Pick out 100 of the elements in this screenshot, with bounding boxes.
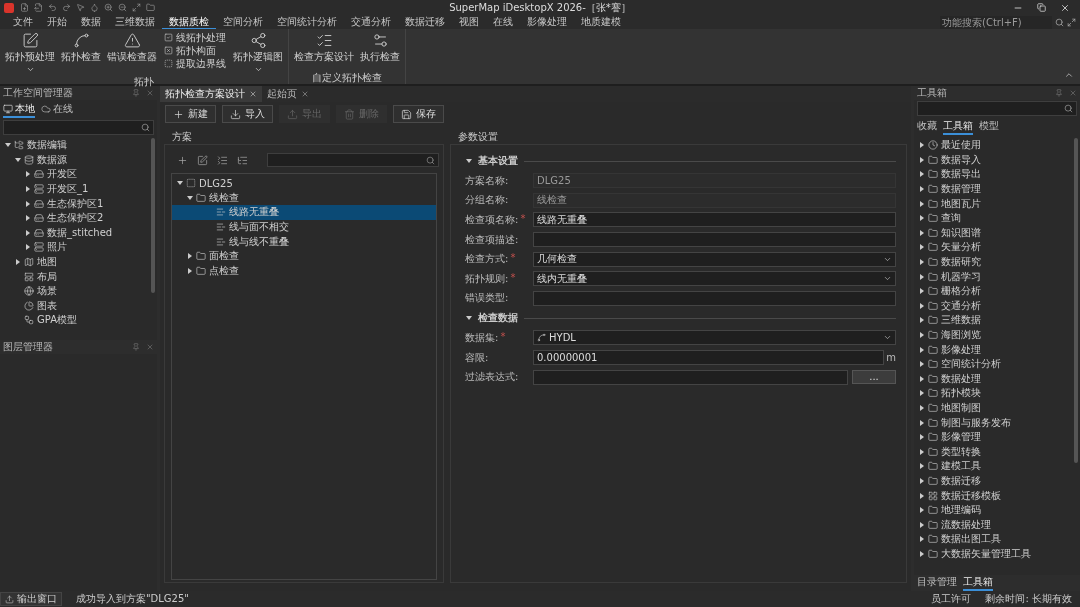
caret-icon[interactable]: [918, 215, 925, 222]
caret-icon[interactable]: [918, 507, 925, 514]
caret-icon[interactable]: [918, 419, 925, 426]
caret-icon[interactable]: [918, 142, 925, 149]
tree-item[interactable]: 数据迁移模板: [941, 488, 1001, 503]
tree-item[interactable]: GPA模型: [37, 313, 77, 328]
caret-icon[interactable]: [918, 361, 925, 368]
tree-item[interactable]: 栅格分析: [941, 284, 981, 299]
ribbon-button[interactable]: 拓扑预处理: [4, 30, 56, 76]
tree-item[interactable]: 数据迁移: [941, 473, 981, 488]
search-field[interactable]: 功能搜索(Ctrl+F): [940, 15, 1052, 29]
tree-item[interactable]: 场景: [37, 284, 57, 299]
caret-icon[interactable]: [918, 302, 925, 309]
output-tab[interactable]: 输出窗口: [0, 592, 62, 606]
ribbon-button[interactable]: 执行检查: [359, 30, 401, 72]
caret-icon[interactable]: [186, 253, 193, 260]
panel-tab[interactable]: 本地: [3, 101, 35, 118]
caret-icon[interactable]: [24, 171, 31, 178]
tree-item[interactable]: 数据_stitched: [47, 225, 113, 240]
tree-item[interactable]: 机器学习: [941, 269, 981, 284]
panel-tab[interactable]: 在线: [41, 101, 73, 118]
menu-item[interactable]: 文件: [6, 15, 40, 29]
caret-icon[interactable]: [918, 375, 925, 382]
caret-icon[interactable]: [4, 142, 11, 149]
search-field[interactable]: [917, 101, 1077, 116]
tree-item[interactable]: 数据研究: [941, 255, 981, 270]
tree-item[interactable]: 制图与服务发布: [941, 415, 1011, 430]
ribbon-button[interactable]: 提取边界线: [162, 57, 228, 70]
document-tab[interactable]: 起始页: [262, 86, 314, 102]
caret-icon[interactable]: [465, 315, 472, 322]
tree-item[interactable]: 地图制图: [941, 401, 981, 415]
caret-icon[interactable]: [918, 550, 925, 557]
caret-icon[interactable]: [24, 186, 31, 193]
tree-item[interactable]: 开发区: [47, 167, 77, 182]
ribbon-button[interactable]: 拓扑逻辑图: [232, 30, 284, 76]
toolbar-button[interactable]: 保存: [393, 105, 444, 123]
menu-item[interactable]: 开始: [40, 15, 74, 29]
tree-item[interactable]: 最近使用: [941, 138, 981, 153]
tree-item[interactable]: 影像处理: [941, 342, 981, 357]
input-field[interactable]: [533, 369, 848, 385]
caret-icon[interactable]: [186, 267, 193, 274]
tree-item[interactable]: 数据处理: [941, 371, 981, 386]
tree-item[interactable]: 流数据处理: [941, 517, 991, 532]
caret-icon[interactable]: [24, 244, 31, 251]
tree-item[interactable]: 地图: [37, 255, 57, 270]
caret-icon[interactable]: [465, 158, 472, 164]
tree-item[interactable]: 数据出图工具: [941, 532, 1001, 547]
caret-icon[interactable]: [918, 332, 925, 338]
tree-row[interactable]: DLG25: [172, 176, 436, 191]
export-file-icon[interactable]: [34, 3, 43, 12]
caret-icon[interactable]: [24, 215, 31, 222]
caret-icon[interactable]: [24, 200, 31, 207]
close-icon[interactable]: [1060, 2, 1070, 13]
caret-icon[interactable]: [918, 521, 925, 528]
tree-item[interactable]: 生态保护区1: [47, 196, 104, 211]
input-field[interactable]: [533, 290, 896, 306]
tree-item[interactable]: 查询: [941, 211, 961, 226]
undo-icon[interactable]: [48, 3, 57, 12]
caret-icon[interactable]: [918, 259, 925, 266]
expand-icon[interactable]: [1067, 17, 1076, 27]
droplet-icon[interactable]: [90, 3, 99, 12]
tree-item[interactable]: 大数据矢量管理工具: [941, 546, 1031, 561]
tree-item[interactable]: 矢量分析: [941, 240, 981, 255]
menu-item[interactable]: 空间分析: [216, 15, 270, 29]
panel-tab[interactable]: 工具箱: [943, 118, 973, 135]
caret-icon[interactable]: [176, 180, 183, 187]
tree-row[interactable]: 点检查: [172, 263, 436, 279]
dropdown[interactable]: 几何检查: [533, 251, 896, 267]
caret-icon[interactable]: [918, 434, 925, 441]
menu-item[interactable]: 交通分析: [344, 15, 398, 29]
search-field[interactable]: [3, 120, 154, 135]
restore-icon[interactable]: [1037, 2, 1046, 12]
caret-icon[interactable]: [14, 259, 21, 266]
caret-icon[interactable]: [918, 463, 925, 470]
ribbon-button[interactable]: 检查方案设计: [293, 30, 355, 72]
caret-icon[interactable]: [918, 186, 925, 193]
new-file-icon[interactable]: [20, 3, 29, 12]
tree-item[interactable]: 数据管理: [941, 182, 981, 197]
tree-item[interactable]: 影像管理: [941, 430, 981, 445]
caret-icon[interactable]: [918, 244, 925, 251]
input-field[interactable]: 0.00000001: [533, 350, 884, 366]
caret-icon[interactable]: [918, 405, 925, 411]
ribbon-button[interactable]: 错误检查器: [106, 30, 158, 76]
ribbon-button[interactable]: 拓扑构面: [162, 44, 228, 57]
caret-icon[interactable]: [918, 477, 925, 484]
caret-icon[interactable]: [918, 390, 925, 397]
tree-item[interactable]: 交通分析: [941, 298, 981, 313]
tree-item[interactable]: 数据编辑: [27, 138, 67, 153]
tree-item[interactable]: 开发区_1: [47, 182, 89, 197]
caret-icon[interactable]: [918, 536, 925, 543]
menu-item[interactable]: 数据: [74, 15, 108, 29]
menu-item[interactable]: 三维数据: [108, 15, 162, 29]
caret-icon[interactable]: [918, 346, 925, 353]
tree-row[interactable]: 面检查: [172, 248, 436, 264]
collapse-icon[interactable]: [1064, 70, 1074, 80]
tree-item[interactable]: 地理编码: [941, 503, 981, 518]
browse-button[interactable]: ...: [852, 370, 896, 385]
caret-icon[interactable]: [918, 171, 925, 178]
caret-icon[interactable]: [918, 200, 925, 207]
dropdown[interactable]: HYDL: [533, 330, 896, 346]
